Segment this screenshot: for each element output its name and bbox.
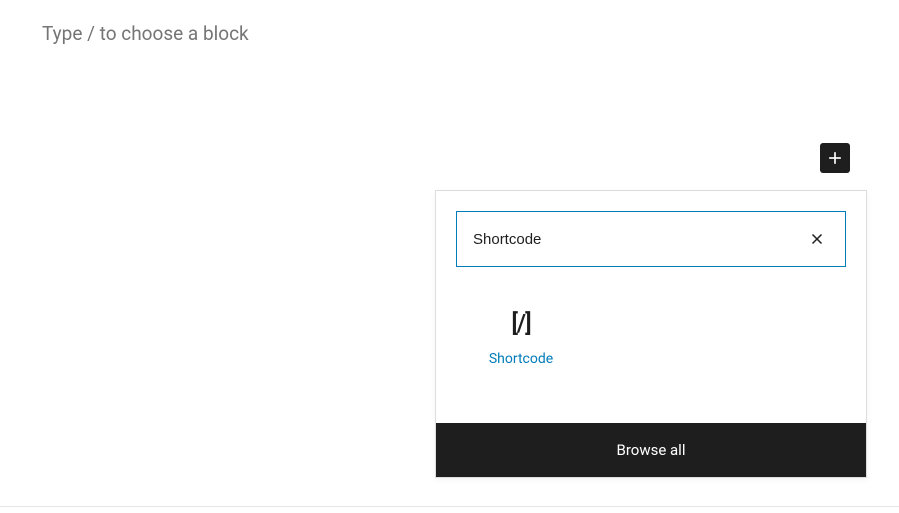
divider	[0, 506, 899, 507]
block-type-shortcode[interactable]: [/] Shortcode	[456, 293, 586, 383]
close-icon	[808, 230, 826, 248]
block-inserter-popover: [/] Shortcode Browse all	[435, 190, 867, 478]
browse-all-button[interactable]: Browse all	[436, 423, 866, 477]
search-wrapper	[436, 191, 866, 283]
search-field-container	[456, 211, 846, 267]
plus-icon	[825, 148, 845, 168]
clear-search-button[interactable]	[805, 227, 829, 251]
search-results: [/] Shortcode	[436, 283, 866, 423]
block-type-label: Shortcode	[489, 351, 553, 367]
shortcode-icon: [/]	[511, 309, 530, 337]
block-search-input[interactable]	[473, 231, 805, 248]
block-placeholder-prompt[interactable]: Type / to choose a block	[42, 22, 249, 45]
add-block-button[interactable]	[820, 143, 850, 173]
